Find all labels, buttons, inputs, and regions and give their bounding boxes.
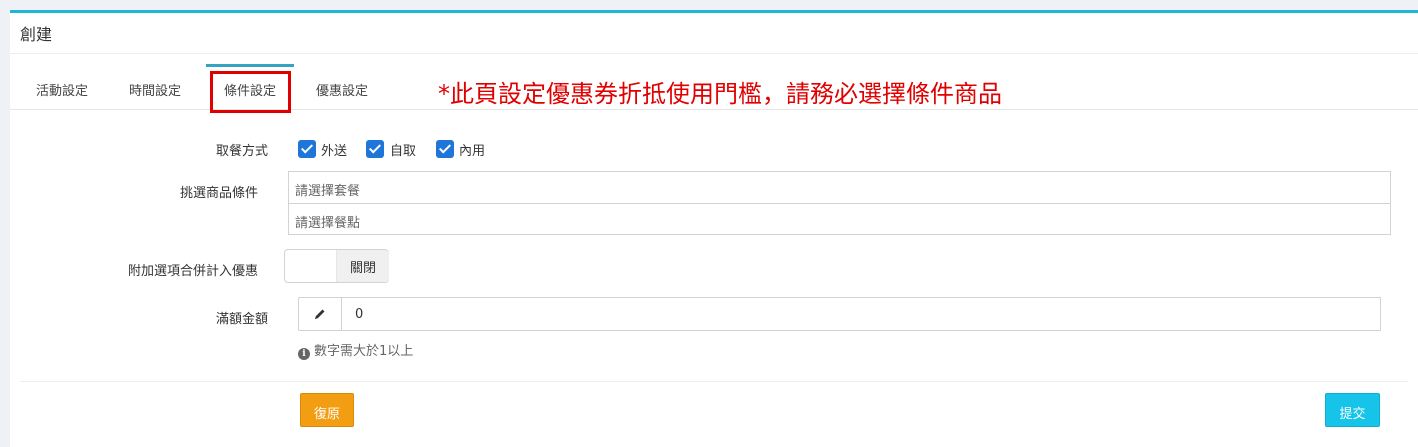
tab-bar: 活動設定 時間設定 條件設定 優惠設定 *此頁設定優惠券折抵使用門檻，請務必選擇… [10,64,1418,113]
pickup-dinein-checkbox[interactable] [436,140,454,158]
tab-discount-settings[interactable]: 優惠設定 [316,64,368,110]
toggle-off-label: 關閉 [337,250,389,282]
addon-discount-label: 附加選項合併計入優惠 [127,264,258,279]
submit-button[interactable]: 提交 [1325,393,1380,427]
min-amount-help-text: 數字需大於1以上 [314,344,414,359]
tab-highlight-box [210,71,291,113]
create-panel: 創建 活動設定 時間設定 條件設定 優惠設定 *此頁設定優惠券折抵使用門檻，請務… [10,10,1418,447]
pickup-dinein-label: 內用 [459,144,486,159]
item-select[interactable]: 請選擇餐點 [288,203,1391,235]
toggle-knob [285,250,337,282]
pickup-delivery-label: 外送 [321,144,348,159]
combo-select[interactable]: 請選擇套餐 [288,171,1391,204]
info-icon: i [298,348,310,360]
reset-button[interactable]: 復原 [300,393,354,427]
condition-notice: *此頁設定優惠券折抵使用門檻，請務必選擇條件商品 [438,80,1002,108]
tab-time-settings[interactable]: 時間設定 [129,64,181,110]
form-divider [20,381,1408,382]
product-condition-label: 挑選商品條件 [179,186,258,201]
addon-discount-toggle[interactable]: 關閉 [284,249,389,283]
tab-activity-settings[interactable]: 活動設定 [36,64,88,110]
panel-title: 創建 [10,13,1418,54]
min-amount-addon [298,297,341,331]
min-amount-input[interactable]: 0 [341,297,1381,331]
min-amount-help: i 數字需大於1以上 [298,340,413,360]
pencil-icon [315,309,325,319]
pickup-method-label: 取餐方式 [215,144,268,159]
pickup-takeout-label: 自取 [390,144,417,159]
pickup-delivery-checkbox[interactable] [298,140,316,158]
min-amount-label: 滿額金額 [215,312,268,327]
pickup-takeout-checkbox[interactable] [366,140,384,158]
